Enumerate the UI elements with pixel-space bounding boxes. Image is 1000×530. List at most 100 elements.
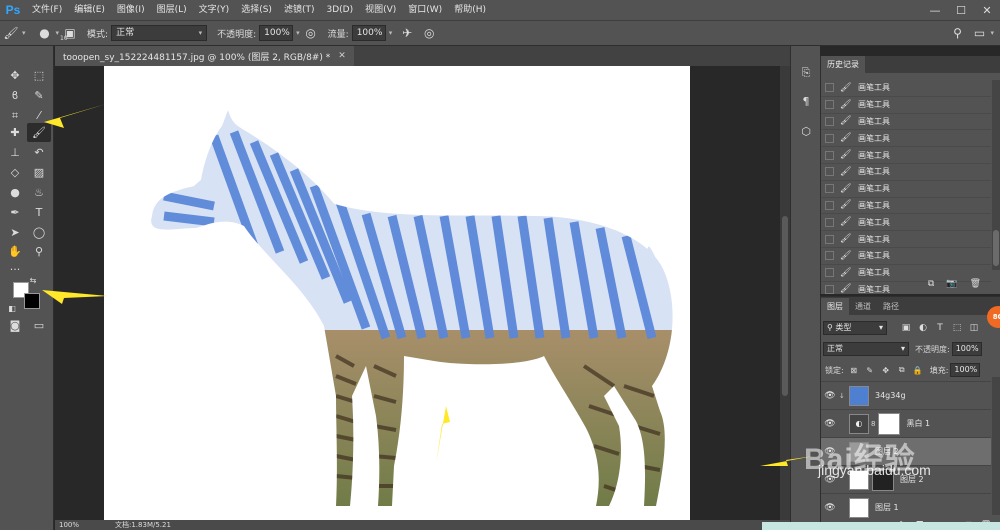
- pressure-size-icon[interactable]: ◎: [418, 22, 440, 44]
- minimize-button[interactable]: —: [922, 0, 948, 20]
- history-item[interactable]: 🖌 画笔工具: [821, 214, 991, 232]
- paragraph-panel-icon[interactable]: ¶: [795, 90, 817, 112]
- menu-filter[interactable]: 滤镜(T): [278, 0, 321, 20]
- shape-tool-icon[interactable]: ◯: [27, 223, 51, 242]
- smart-object-filter-icon[interactable]: ◫: [967, 321, 981, 335]
- history-item[interactable]: 🖌 画笔工具: [821, 164, 991, 181]
- history-item[interactable]: 🖌 画笔工具: [821, 231, 991, 248]
- history-state-checkbox[interactable]: [825, 83, 834, 93]
- tab-history[interactable]: 历史记录: [821, 56, 865, 73]
- zoom-readout[interactable]: 100%: [55, 521, 95, 529]
- tab-paths[interactable]: 路径: [877, 298, 905, 315]
- marquee-tool-icon[interactable]: ⬚: [27, 66, 51, 85]
- eye-icon[interactable]: 👁: [821, 419, 839, 429]
- menu-select[interactable]: 选择(S): [235, 0, 278, 20]
- maximize-button[interactable]: ☐: [948, 0, 974, 20]
- layer-row[interactable]: 👁 ↓ 34g34g: [821, 381, 991, 409]
- menu-type[interactable]: 文字(Y): [193, 0, 236, 20]
- lock-pixels-icon[interactable]: ✎: [864, 364, 876, 376]
- scrollbar-thumb[interactable]: [782, 216, 788, 396]
- flow-slider-caret-icon[interactable]: ▾: [389, 29, 393, 37]
- quick-mask-icon[interactable]: ◙: [3, 316, 27, 335]
- history-item[interactable]: 🖌 画笔工具: [821, 248, 991, 265]
- layer-name[interactable]: 34g34g: [875, 391, 906, 400]
- fill-field[interactable]: 100%: [950, 363, 981, 377]
- airbrush-icon[interactable]: ✈: [396, 22, 418, 44]
- move-tool-icon[interactable]: ✥: [3, 66, 27, 85]
- menu-image[interactable]: 图像(I): [111, 0, 151, 20]
- more-tools-icon[interactable]: ···: [3, 260, 27, 279]
- workspace-icon[interactable]: ▭: [968, 22, 990, 44]
- search-icon[interactable]: ⚲: [946, 22, 968, 44]
- path-select-tool-icon[interactable]: ➤: [3, 223, 27, 242]
- snapshot-icon[interactable]: 📷: [946, 279, 957, 289]
- history-state-checkbox[interactable]: [825, 150, 834, 160]
- zoom-tool-icon[interactable]: ⚲: [27, 242, 51, 261]
- adjustment-filter-icon[interactable]: ◐: [916, 321, 930, 335]
- close-button[interactable]: ✕: [974, 0, 1000, 20]
- history-item[interactable]: 🖌 画笔工具: [821, 80, 991, 97]
- blend-mode-select[interactable]: 正常 ▾: [823, 342, 909, 356]
- menu-window[interactable]: 窗口(W): [402, 0, 448, 20]
- menu-edit[interactable]: 编辑(E): [68, 0, 111, 20]
- history-item[interactable]: 🖌 画笔工具: [821, 147, 991, 164]
- lock-transparent-icon[interactable]: ⊠: [848, 364, 860, 376]
- menu-3d[interactable]: 3D(D): [320, 0, 359, 20]
- history-state-checkbox[interactable]: [825, 251, 834, 261]
- trash-icon[interactable]: 🗑: [970, 279, 981, 289]
- history-brush-tool-icon[interactable]: ↶: [27, 143, 51, 162]
- dodge-tool-icon[interactable]: ♨: [27, 183, 51, 202]
- history-state-checkbox[interactable]: [825, 200, 834, 210]
- history-item[interactable]: 🖌 画笔工具: [821, 97, 991, 114]
- new-document-from-state-icon[interactable]: ⧉: [928, 279, 934, 289]
- history-scrollbar[interactable]: [992, 80, 1000, 270]
- scrollbar-thumb[interactable]: [993, 230, 999, 266]
- lock-artboard-icon[interactable]: ⧉: [896, 364, 908, 376]
- eraser-tool-icon[interactable]: ◇: [3, 163, 27, 182]
- tab-layers[interactable]: 图层: [821, 298, 849, 315]
- canvas[interactable]: [104, 66, 690, 522]
- layer-row[interactable]: 👁 ◐ 8 黑白 1: [821, 409, 991, 437]
- menu-layer[interactable]: 图层(L): [151, 0, 193, 20]
- history-state-checkbox[interactable]: [825, 184, 834, 194]
- 3d-panel-icon[interactable]: ⬡: [795, 120, 817, 142]
- shape-filter-icon[interactable]: ⬚: [950, 321, 964, 335]
- pixel-filter-icon[interactable]: ▣: [899, 321, 913, 335]
- history-state-checkbox[interactable]: [825, 217, 834, 227]
- workspace-caret-icon[interactable]: ▾: [990, 29, 994, 37]
- history-panel-icon[interactable]: ⎘: [795, 62, 817, 84]
- lasso-tool-icon[interactable]: ϐ: [3, 86, 27, 105]
- screen-mode-icon[interactable]: ▭: [27, 316, 51, 335]
- blur-tool-icon[interactable]: ●: [3, 183, 27, 202]
- close-icon[interactable]: ✕: [338, 51, 346, 61]
- layer-opacity-field[interactable]: 100%: [951, 342, 982, 356]
- menu-file[interactable]: 文件(F): [26, 0, 68, 20]
- type-tool-icon[interactable]: T: [27, 203, 51, 222]
- history-state-checkbox[interactable]: [825, 167, 834, 177]
- history-state-checkbox[interactable]: [825, 100, 834, 110]
- brush-size-picker-icon[interactable]: ●: [34, 22, 56, 44]
- mode-select[interactable]: 正常 ▾: [111, 25, 208, 41]
- layer-name[interactable]: 图层 1: [875, 502, 899, 513]
- hand-tool-icon[interactable]: ✋: [3, 242, 27, 261]
- history-state-checkbox[interactable]: [825, 116, 834, 126]
- brush-preset-icon[interactable]: 🖌: [0, 22, 22, 44]
- history-item[interactable]: 🖌 画笔工具: [821, 114, 991, 131]
- default-colors-icon[interactable]: ◧: [6, 302, 18, 314]
- type-filter-icon[interactable]: T: [933, 321, 947, 335]
- flow-field[interactable]: 100%: [351, 25, 386, 41]
- gradient-tool-icon[interactable]: ▨: [27, 163, 51, 182]
- history-item[interactable]: 🖌 画笔工具: [821, 130, 991, 148]
- document-tab[interactable]: tooopen_sy_152224481157.jpg @ 100% (图层 2…: [55, 46, 354, 66]
- layers-scrollbar[interactable]: [992, 377, 1000, 515]
- pen-tool-icon[interactable]: ✒: [3, 203, 27, 222]
- opacity-field[interactable]: 100%: [259, 25, 294, 41]
- history-item[interactable]: 🖌 画笔工具: [821, 198, 991, 215]
- menu-help[interactable]: 帮助(H): [448, 0, 492, 20]
- eye-icon[interactable]: 👁: [821, 391, 839, 401]
- tool-preset-caret-icon[interactable]: ▾: [22, 29, 26, 37]
- history-state-checkbox[interactable]: [825, 133, 834, 143]
- menu-view[interactable]: 视图(V): [359, 0, 402, 20]
- history-state-checkbox[interactable]: [825, 234, 834, 244]
- layer-filter-select[interactable]: ⚲ 类型 ▾: [823, 321, 887, 335]
